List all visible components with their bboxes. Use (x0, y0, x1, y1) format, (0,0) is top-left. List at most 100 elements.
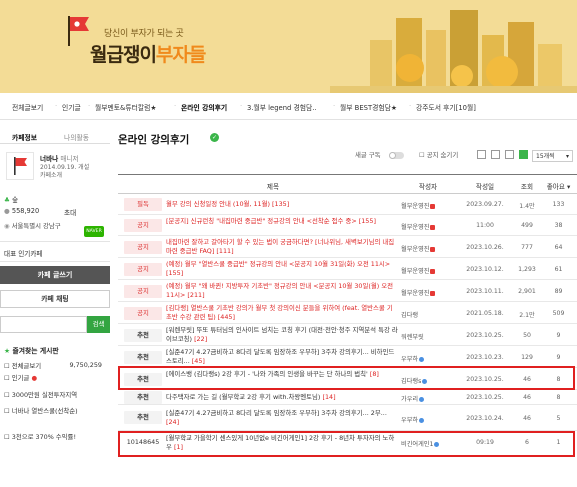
cafe-icon[interactable] (6, 152, 34, 180)
row-likes: 509 (552, 310, 565, 317)
cafe-chat-button[interactable]: 카페 채팅 (0, 290, 110, 308)
flag-icon (68, 16, 89, 46)
row-views: 1,293 (518, 266, 536, 273)
board-info-icon[interactable]: ✓ (210, 133, 219, 142)
row-tag: 추천 (124, 391, 162, 404)
chevron-down-icon: ▾ (565, 153, 569, 160)
member-count[interactable]: ● 558,920 (4, 207, 39, 215)
row-author[interactable]: 월부운영진 (401, 201, 455, 210)
row-views: 46 (523, 415, 531, 422)
cafe-intro-link[interactable]: 카페소개 (40, 170, 62, 179)
table-row[interactable]: 추천 다주택자로 가는 길 (월부학교 2강 후기 with.차왕멘토님) [1… (118, 390, 577, 405)
album-view-icon[interactable] (505, 150, 514, 159)
row-author[interactable]: 우부하 (401, 354, 455, 363)
nav-item-online-lecture-review[interactable]: 온라인 강의후기 (181, 102, 227, 112)
row-tag: 추천 (124, 329, 162, 342)
tab-cafe-info[interactable]: 카페정보 (12, 132, 37, 142)
hide-notice-checkbox[interactable]: ☐ 공지 숨기기 (419, 150, 458, 162)
per-page-select[interactable]: 15개씩 ▾ (532, 150, 573, 162)
table-row[interactable]: 필독 월부 강의 신청일정 안내 (10월, 11월) [135] 월부운영진 … (118, 194, 577, 215)
row-author[interactable]: 월부운영진 (401, 244, 455, 253)
row-author[interactable]: 우부하 (401, 415, 455, 424)
column-author: 작성자 (418, 183, 438, 191)
row-title[interactable]: 월부 강의 신청일정 안내 (10월, 11월) [135] (166, 200, 398, 209)
row-title[interactable]: [분공지] 신규런칭 "내집마련 중급반" 정규강의 안내 <선착순 접수 중>… (166, 217, 398, 235)
cafe-write-button[interactable]: 카페 글쓰기 (0, 266, 110, 284)
tab-my-activity[interactable]: 나의활동 (64, 132, 89, 142)
nav-item-best-experience[interactable]: 월부 BEST경험담★ (340, 102, 397, 112)
nav-separator: · (333, 102, 336, 110)
table-row[interactable]: 추천 [실준47기 4.27금비하고 8다리 달도록 임장하조 우부하] 3주차… (118, 346, 577, 368)
nav-item-popular[interactable]: 인기글 (62, 102, 81, 112)
fav-board-item[interactable]: ☐ 인기글 ● (4, 373, 37, 382)
chevron-down-icon: ▾ (567, 183, 571, 191)
row-date: 2023.10.12. (466, 266, 504, 273)
row-author[interactable]: 월부운영진 (401, 288, 455, 297)
cafe-level: ♣ 숲 (4, 196, 19, 204)
nav-item-legend-experience[interactable]: 3.월부 legend 경험담.. (247, 102, 317, 112)
manager-badge-icon (430, 268, 436, 274)
row-views: 777 (521, 244, 533, 251)
nav-separator: · (55, 102, 58, 110)
manager-badge-icon (430, 290, 436, 296)
table-header: 제목 작성자 작성일 조회 좋아요 ▾ (118, 174, 577, 194)
table-row[interactable]: 추천 [워렌부릿] 뚜또 튜터님의 인사이트 넘치는 코칭 후기 (대전·천안·… (118, 324, 577, 346)
fav-board-item[interactable]: ☐ 3000만원 실전투자지역 (4, 390, 77, 399)
fav-board-item[interactable]: ☐ 전체글보기 (4, 361, 41, 370)
divider (0, 261, 110, 262)
row-author[interactable]: 월부운영진 (401, 222, 455, 231)
member-badge-icon (419, 396, 425, 402)
member-icon: ● (4, 207, 10, 215)
cafe-search-input[interactable] (0, 316, 87, 333)
row-title[interactable]: 다주택자로 가는 길 (월부학교 2강 후기 with.차왕멘토님) [14] (166, 393, 398, 402)
invite-link[interactable]: 초대 (64, 207, 76, 217)
list-view-icon[interactable] (477, 150, 486, 159)
row-views: 129 (521, 354, 533, 361)
table-row[interactable]: 공지 (예정) 월부 "열반스쿨 중급반" 정규강의 안내 <분공지 10월 3… (118, 258, 577, 280)
table-row[interactable]: 공지 [분공지] 신규런칭 "내집마련 중급반" 정규강의 안내 <선착순 접수… (118, 215, 577, 236)
row-author[interactable]: 김다랭 (401, 310, 455, 319)
cafe-location: ◉ 서울특별시 강남구 (4, 222, 61, 230)
row-title[interactable]: (예정) 월부 "열반스쿨 중급반" 정규강의 안내 <분공지 10월 31일(… (166, 260, 398, 278)
board-view-icon[interactable] (519, 150, 528, 159)
row-author[interactable]: 워렌부릿 (401, 332, 455, 341)
row-tag: 공지 (124, 307, 162, 320)
nav-item-book-review[interactable]: 강주도서 후기[10월] (416, 102, 476, 112)
favorite-boards-header: ★ 즐겨찾는 게시판 (4, 347, 59, 355)
table-row[interactable]: 공지 [김다랭] 열반스쿨 기초반 강의가 월부 첫 강의이신 분들을 위하여 … (118, 302, 577, 324)
row-date: 2023.10.23. (466, 354, 504, 361)
row-title[interactable]: [김다랭] 열반스쿨 기초반 강의가 월부 첫 강의이신 분들을 위하여 (fe… (166, 304, 398, 322)
manager-badge-icon (430, 203, 436, 209)
row-title[interactable]: 내집마련 잘하고 갈아타기 할 수 있는 법이 궁금하다면? [너나위님, 새벽… (166, 238, 398, 256)
row-date: 11:00 (476, 222, 494, 229)
cafe-search-button[interactable]: 검색 (87, 316, 110, 333)
row-tag: 공지 (124, 263, 162, 276)
nav-item-mentor-column[interactable]: 월부멘토&튜터칼럼★ (95, 102, 156, 112)
row-title[interactable]: [실준47기 4.27금비하고 8다리 달도록 임장하조 우부하] 3주차 강의… (166, 348, 398, 366)
nav-separator: · (409, 102, 412, 110)
member-badge-icon (419, 356, 425, 362)
row-likes: 64 (554, 244, 563, 251)
divider (0, 241, 110, 242)
fav-board-item[interactable]: ☐ 너바나 열반스쿨(선착순) (4, 406, 78, 415)
nav-item-all[interactable]: 전체글보기 (12, 102, 43, 112)
row-tag: 공지 (124, 285, 162, 298)
card-view-icon[interactable] (491, 150, 500, 159)
fav-board-item[interactable]: ☐ 3천으로 370% 수익률! (4, 432, 76, 441)
row-author[interactable]: 월부운영진 (401, 266, 455, 275)
subscribe-toggle[interactable] (389, 152, 404, 159)
table-row[interactable]: 추천 [실준47기 4.27금비하고 8다리 달도록 임장하조 우부하] 3주차… (118, 405, 577, 431)
cafe-banner[interactable]: 당신이 부자가 되는 곳 월급쟁이부자들 (0, 0, 577, 93)
table-row[interactable]: 공지 (예정) 월부 "왜 바뀐! 지방투자 기초반" 정규강의 안내 <분공지… (118, 280, 577, 302)
row-tag: 공지 (124, 219, 162, 232)
row-views: 2.1만 (519, 312, 535, 319)
row-title[interactable]: [실준47기 4.27금비하고 8다리 달도록 임장하조 우부하] 3주차 강의… (166, 409, 398, 427)
column-likes[interactable]: 좋아요 ▾ (542, 181, 575, 191)
subscribe-label: 새글 구독 (355, 151, 381, 159)
table-row[interactable]: 공지 내집마련 잘하고 갈아타기 할 수 있는 법이 궁금하다면? [너나위님,… (118, 236, 577, 258)
row-title[interactable]: [워렌부릿] 뚜또 튜터님의 인사이트 넘치는 코칭 후기 (대전·천안·청주 … (166, 326, 398, 344)
row-views: 499 (521, 222, 533, 229)
highlight-box (118, 366, 575, 390)
row-title[interactable]: (예정) 월부 "왜 바뀐! 지방투자 기초반" 정규강의 안내 <분공지 10… (166, 282, 398, 300)
row-author[interactable]: 가우리 (401, 394, 455, 403)
